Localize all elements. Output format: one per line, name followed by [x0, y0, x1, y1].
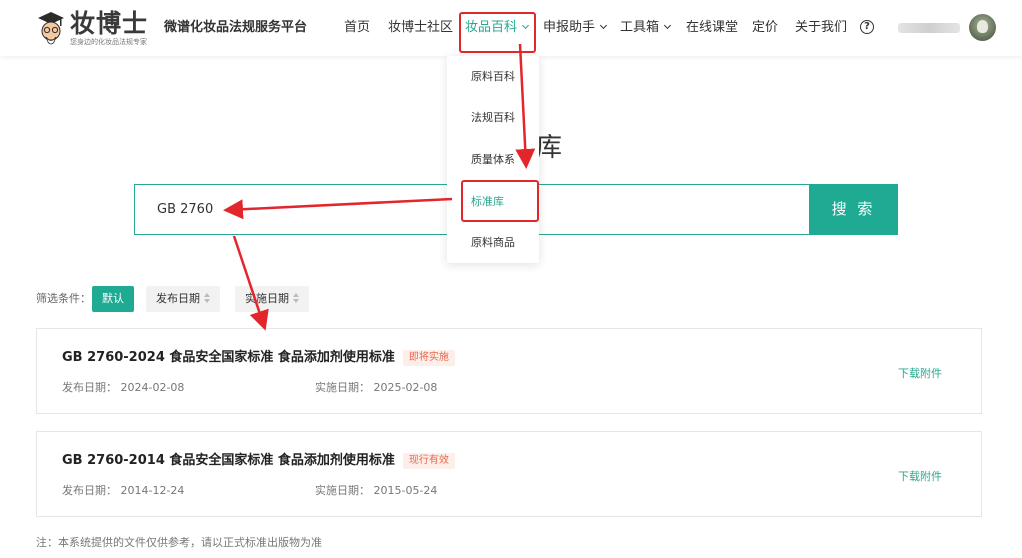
menu-item-quality-system[interactable]: 质量体系 — [471, 153, 515, 167]
result-title-text: GB 2760-2014 食品安全国家标准 食品添加剂使用标准 — [62, 453, 395, 468]
download-attachment-link[interactable]: 下载附件 — [898, 367, 942, 381]
nav-label: 首页 — [344, 20, 371, 35]
sort-icon — [293, 293, 299, 303]
nav-community[interactable]: 妆博士社区 — [388, 19, 453, 37]
nav-label: 定价 — [752, 20, 779, 35]
menu-item-ingredient-encyclopedia[interactable]: 原料百科 — [471, 70, 515, 84]
result-title[interactable]: GB 2760-2014 食品安全国家标准 食品添加剂使用标准 现行有效 — [62, 452, 455, 470]
chevron-down-icon — [599, 21, 608, 30]
filter-publish-date-button[interactable]: 发布日期 — [146, 286, 220, 312]
nav-label: 在线课堂 — [686, 20, 739, 35]
platform-name: 微谱化妆品法规服务平台 — [164, 20, 308, 35]
status-badge: 现行有效 — [402, 453, 455, 469]
nav-about[interactable]: 关于我们 — [795, 19, 847, 37]
encyclopedia-dropdown-menu: 原料百科 法规百科 质量体系 标准库 原料商品 — [447, 56, 539, 263]
nav-label: 申报助手 — [543, 20, 596, 35]
nav-online-class[interactable]: 在线课堂 — [686, 19, 738, 37]
filter-default-button[interactable]: 默认 — [92, 286, 134, 312]
logo[interactable]: 妆博士 您身边的化妆品法规专家 — [36, 9, 156, 47]
avatar[interactable] — [969, 14, 996, 41]
nav-home[interactable]: 首页 — [344, 19, 370, 37]
annotation-box-menu-item — [461, 180, 539, 222]
publish-date: 发布日期： 2014-12-24 — [62, 484, 185, 497]
nav-toolbox[interactable]: 工具箱 — [620, 19, 672, 37]
logo-tagline: 您身边的化妆品法规专家 — [70, 38, 147, 46]
nav-declaration-assistant[interactable]: 申报助手 — [543, 19, 608, 37]
nav-label: 妆博士社区 — [388, 20, 454, 35]
publish-date: 发布日期： 2024-02-08 — [62, 381, 185, 394]
search-button[interactable]: 搜 索 — [809, 184, 898, 235]
sort-icon — [204, 293, 210, 303]
menu-item-ingredient-products[interactable]: 原料商品 — [471, 236, 515, 250]
nav-pricing[interactable]: 定价 — [752, 19, 778, 37]
help-icon[interactable]: ? — [860, 20, 874, 34]
username-blurred[interactable] — [898, 23, 960, 33]
filter-label: 筛选条件： — [36, 292, 91, 305]
nav-label: 关于我们 — [795, 20, 848, 35]
result-card[interactable]: GB 2760-2024 食品安全国家标准 食品添加剂使用标准 即将实施 发布日期… — [36, 328, 982, 414]
result-title[interactable]: GB 2760-2024 食品安全国家标准 食品添加剂使用标准 即将实施 — [62, 349, 455, 367]
doctor-mascot-icon — [38, 12, 64, 45]
page-title: 库 — [536, 133, 563, 163]
filter-effective-date-button[interactable]: 实施日期 — [235, 286, 309, 312]
nav-label: 工具箱 — [620, 20, 660, 35]
effective-date: 实施日期： 2015-05-24 — [315, 484, 438, 497]
filter-effective-date-label: 实施日期 — [245, 292, 289, 305]
logo-name: 妆博士 — [70, 9, 149, 38]
status-badge: 即将实施 — [402, 350, 455, 366]
download-attachment-link[interactable]: 下载附件 — [898, 470, 942, 484]
menu-item-regulation-encyclopedia[interactable]: 法规百科 — [471, 111, 515, 125]
effective-date: 实施日期： 2025-02-08 — [315, 381, 438, 394]
chevron-down-icon — [663, 21, 672, 30]
result-title-text: GB 2760-2024 食品安全国家标准 食品添加剂使用标准 — [62, 350, 395, 365]
filter-publish-date-label: 发布日期 — [156, 292, 200, 305]
disclaimer-note: 注：本系统提供的文件仅供参考，请以正式标准出版物为准 — [36, 536, 322, 549]
result-card[interactable]: GB 2760-2014 食品安全国家标准 食品添加剂使用标准 现行有效 发布日期… — [36, 431, 982, 517]
annotation-box-nav — [459, 12, 536, 53]
search-input-value: GB 2760 — [157, 202, 214, 217]
annotation-arrow — [232, 235, 269, 331]
